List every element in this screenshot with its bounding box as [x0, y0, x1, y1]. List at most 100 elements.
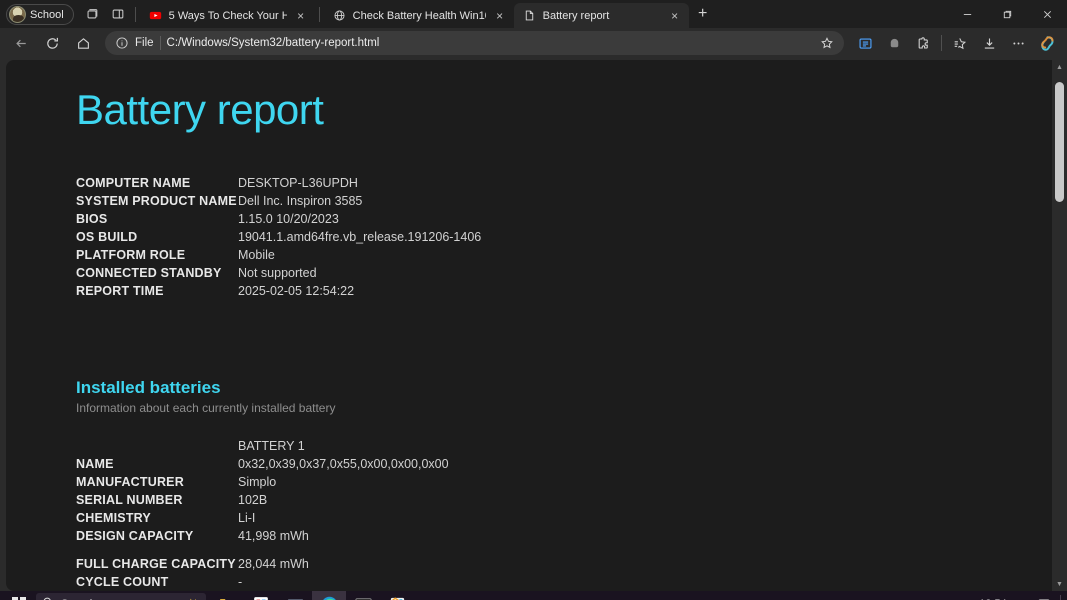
back-arrow-icon[interactable]	[6, 30, 36, 56]
tab-close-icon[interactable]: ×	[667, 8, 683, 24]
tab-divider	[318, 7, 320, 22]
wifi-icon[interactable]	[925, 591, 947, 600]
globe-icon	[333, 9, 347, 23]
tab-title: Check Battery Health Win10	[352, 9, 486, 22]
scrollbar-thumb[interactable]	[1055, 82, 1064, 202]
row-label: CHEMISTRY	[76, 511, 151, 525]
row-label: CONNECTED STANDBY	[76, 266, 222, 280]
maximize-icon[interactable]	[987, 0, 1027, 28]
browser-window: School 5 Ways To Check Your Hard Driv	[0, 0, 1067, 600]
new-tab-button[interactable]: +	[689, 2, 717, 26]
row-value: 28,044 mWh	[238, 557, 309, 571]
tab-title: Battery report	[542, 9, 610, 22]
onedrive-icon[interactable]	[877, 591, 899, 600]
taskbar-app-mail[interactable]	[278, 591, 312, 600]
system-info-table: COMPUTER NAME DESKTOP-L36UPDH SYSTEM PRO…	[76, 174, 481, 300]
info-icon[interactable]	[115, 36, 129, 50]
sparkle-icon[interactable]	[185, 597, 200, 600]
table-row: COMPUTER NAME DESKTOP-L36UPDH	[76, 174, 481, 192]
toolbar-divider	[941, 35, 942, 51]
document-icon	[523, 9, 537, 23]
table-row: REPORT TIME 2025-02-05 12:54:22	[76, 282, 481, 300]
table-row: MANUFACTURER Simplo	[76, 473, 449, 491]
url-scheme-label: File	[135, 37, 154, 49]
row-label: DESIGN CAPACITY	[76, 529, 194, 543]
tab-battery-report[interactable]: Battery report ×	[513, 3, 689, 28]
table-row: CYCLE COUNT -	[76, 573, 449, 591]
row-value: Dell Inc. Inspiron 3585	[238, 194, 363, 208]
vertical-scrollbar[interactable]: ▲ ▼	[1052, 60, 1067, 591]
refresh-icon[interactable]	[37, 30, 67, 56]
minimize-icon[interactable]	[947, 0, 987, 28]
row-value: 41,998 mWh	[238, 529, 309, 543]
page-viewport: Battery report COMPUTER NAME DESKTOP-L36…	[0, 58, 1067, 591]
row-value: 19041.1.amd64fre.vb_release.191206-1406	[238, 230, 482, 244]
volume-icon[interactable]	[949, 591, 971, 600]
tab-5-ways-to-check-your-hard-drive[interactable]: 5 Ways To Check Your Hard Drive ×	[140, 3, 315, 28]
table-row: PLATFORM ROLE Mobile	[76, 246, 481, 264]
taskbar-app-file-explorer[interactable]	[210, 591, 244, 600]
copilot-sidebar-icon[interactable]	[880, 30, 908, 56]
table-spacer-row	[76, 545, 449, 555]
row-value: Not supported	[238, 266, 317, 280]
home-icon[interactable]	[68, 30, 98, 56]
immersive-reader-icon[interactable]	[851, 30, 879, 56]
row-value: Li-I	[238, 511, 256, 525]
tab-title: 5 Ways To Check Your Hard Drive	[168, 9, 287, 22]
taskbar-app-microsoft-edge[interactable]	[312, 591, 346, 600]
tab-close-icon[interactable]: ×	[293, 8, 309, 24]
row-label: FULL CHARGE CAPACITY	[76, 557, 236, 571]
row-value: Mobile	[238, 248, 275, 262]
tray-divider	[1060, 595, 1061, 600]
scroll-down-arrow-icon[interactable]: ▼	[1052, 577, 1067, 591]
table-row: BIOS 1.15.0 10/20/2023	[76, 210, 481, 228]
system-tray: 12:54 pm	[853, 591, 1065, 600]
url-text[interactable]: C:/Windows/System32/battery-report.html	[167, 37, 810, 49]
taskbar-app-media-app[interactable]	[380, 591, 414, 600]
tab-check-battery-health-win10[interactable]: Check Battery Health Win10 ×	[324, 3, 514, 28]
scrollbar-track[interactable]	[1052, 74, 1067, 577]
settings-more-icon[interactable]	[1004, 30, 1032, 56]
taskbar-app-command-prompt[interactable]: C:\	[346, 591, 380, 600]
battery-report-content: Battery report COMPUTER NAME DESKTOP-L36…	[6, 86, 1052, 591]
row-value: 1.15.0 10/20/2023	[238, 212, 339, 226]
row-label: MANUFACTURER	[76, 475, 184, 489]
browser-toolbar: File C:/Windows/System32/battery-report.…	[0, 28, 1067, 58]
row-value: Simplo	[238, 475, 277, 489]
search-input[interactable]: Search	[36, 593, 206, 600]
windows-taskbar: Search	[0, 591, 1067, 600]
table-header-row: BATTERY 1	[76, 437, 449, 455]
taskbar-app-microsoft-store[interactable]	[244, 591, 278, 600]
table-row: CONNECTED STANDBY Not supported	[76, 264, 481, 282]
tab-close-icon[interactable]: ×	[492, 8, 508, 24]
table-row: OS BUILD 19041.1.amd64fre.vb_release.191…	[76, 228, 481, 246]
installed-batteries-table: BATTERY 1 NAME 0x32,0x39,0x37,0x55,0x00,…	[76, 437, 449, 591]
page-title: Battery report	[76, 86, 324, 133]
window-controls	[947, 0, 1067, 28]
profile-button[interactable]: School	[6, 4, 74, 25]
favorites-icon[interactable]	[946, 30, 974, 56]
tab-divider	[134, 7, 136, 22]
downloads-icon[interactable]	[975, 30, 1003, 56]
notifications-icon[interactable]	[1033, 591, 1055, 600]
row-value: 0x32,0x39,0x37,0x55,0x00,0x00,0x00	[238, 457, 449, 471]
chevron-up-icon[interactable]	[853, 591, 875, 600]
row-label: BIOS	[76, 212, 108, 226]
row-label: OS BUILD	[76, 230, 138, 244]
windows-start-icon[interactable]	[2, 591, 36, 600]
row-value: DESKTOP-L36UPDH	[238, 176, 358, 190]
scroll-up-arrow-icon[interactable]: ▲	[1052, 60, 1067, 74]
omnibox-divider	[159, 36, 161, 50]
extensions-icon[interactable]	[909, 30, 937, 56]
section-subheading: Information about each currently install…	[76, 401, 336, 415]
battery-icon[interactable]	[901, 591, 923, 600]
collections-icon[interactable]	[79, 2, 105, 26]
address-bar[interactable]: File C:/Windows/System32/battery-report.…	[105, 31, 844, 55]
split-screen-icon[interactable]	[105, 2, 131, 26]
copilot-icon[interactable]	[1033, 30, 1061, 56]
favorite-star-icon[interactable]	[816, 32, 838, 54]
tab-strip: School 5 Ways To Check Your Hard Driv	[0, 0, 1067, 28]
close-icon[interactable]	[1027, 0, 1067, 28]
table-row: SERIAL NUMBER 102B	[76, 491, 449, 509]
profile-label: School	[30, 8, 64, 21]
